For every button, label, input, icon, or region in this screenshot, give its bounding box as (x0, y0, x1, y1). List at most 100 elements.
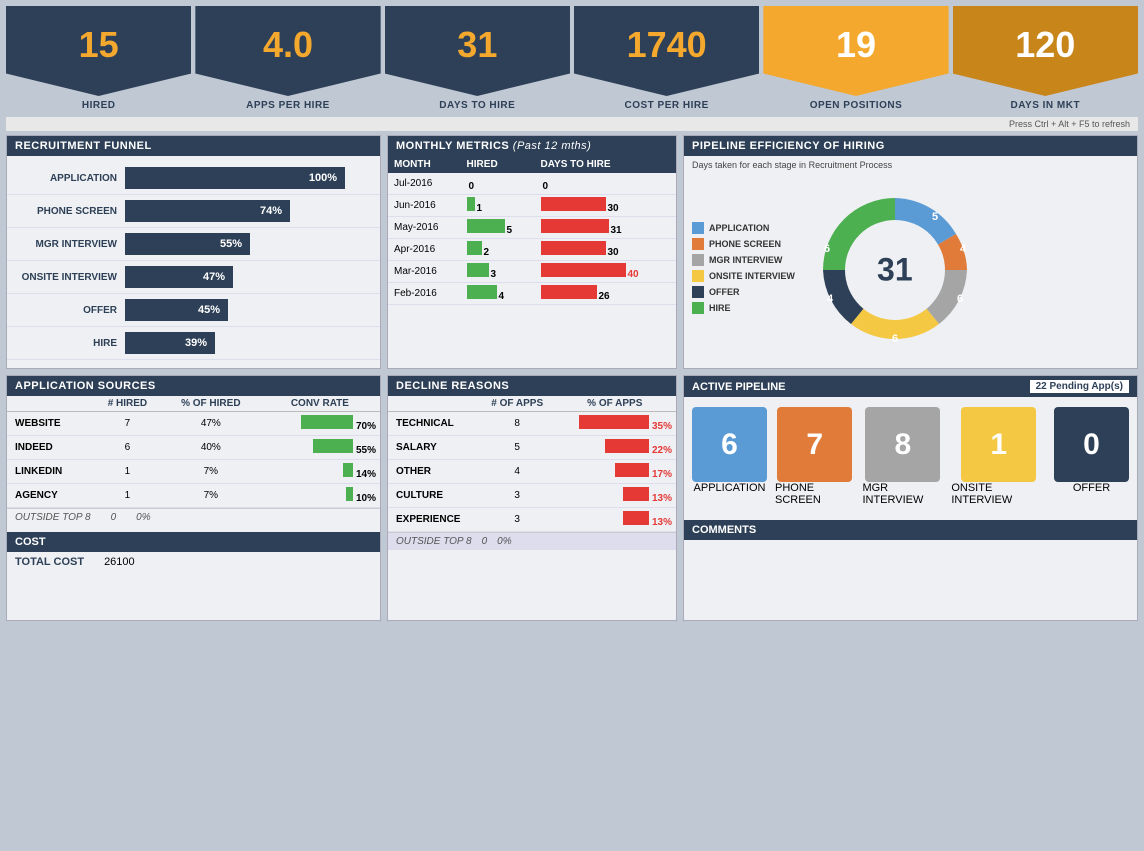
funnel-bar-phone: 74% (125, 200, 290, 222)
legend-dot-onsite (692, 270, 704, 282)
decline-pct-experience: 13% (554, 508, 676, 532)
decline-pct-technical: 35% (554, 412, 676, 436)
card-wrap-onsite: 1 ONSITE INTERVIEW (951, 407, 1046, 506)
kpi-days-in-mkt: 120 DAYS IN MKT (953, 6, 1138, 111)
source-conv-website: 70% (260, 412, 380, 436)
dashboard: 15 HIRED 4.0 APPS PER HIRE 31 DAYS TO HI… (0, 0, 1144, 627)
total-cost-value: 26100 (104, 556, 135, 568)
decline-pct-other: 17% (554, 460, 676, 484)
funnel-bar-container-application: 100% (125, 167, 372, 189)
metrics-row-jun2016: Jun-2016 1 30 (388, 195, 676, 217)
source-hired-indeed: 6 (93, 436, 162, 460)
metrics-col-hired: HIRED (461, 156, 535, 173)
pipeline-cards: 6 APPLICATION 7 PHONE SCREEN 8 MGR INTER… (684, 397, 1137, 516)
card-num-mgr: 8 (895, 428, 912, 462)
source-hired-agency: 1 (93, 484, 162, 508)
kpi-apps-per-hire: 4.0 APPS PER HIRE (195, 6, 380, 111)
source-row-indeed: INDEED 6 40% 55% (7, 436, 380, 460)
decline-pct-culture: 13% (554, 484, 676, 508)
funnel-bar-container-mgr: 55% (125, 233, 372, 255)
decline-reason-culture: CULTURE (388, 484, 481, 508)
decline-apps-other: 4 (481, 460, 554, 484)
funnel-bar-container-hire: 39% (125, 332, 372, 354)
kpi-days-label: DAYS TO HIRE (439, 100, 515, 111)
pipeline-content: APPLICATION PHONE SCREEN MGR INTERVIEW O… (684, 172, 1137, 368)
app-sources-panel: APPLICATION SOURCES # HIRED % OF HIRED C… (6, 375, 381, 621)
metrics-row-jul2016: Jul-2016 0 0 (388, 173, 676, 195)
metrics-hired: 3 (461, 261, 535, 283)
kpi-open-label: OPEN POSITIONS (810, 100, 903, 111)
outside-hired: 0 (111, 512, 117, 523)
comments-body (684, 540, 1137, 620)
card-wrap-mgr: 8 MGR INTERVIEW (862, 407, 943, 506)
metrics-month: Jul-2016 (388, 173, 461, 195)
decline-reasons-panel: DECLINE REASONS # OF APPS % OF APPS TECH… (387, 375, 677, 621)
donut-center-value: 31 (877, 252, 913, 289)
decline-outside-pct: 0% (497, 536, 511, 547)
svg-text:6: 6 (824, 243, 830, 255)
funnel-bar-hire: 39% (125, 332, 215, 354)
pipeline-header: PIPELINE EFFICIENCY OF HIRING (684, 136, 1137, 156)
svg-text:5: 5 (932, 211, 938, 223)
metrics-days: 0 (535, 173, 677, 195)
decline-apps-salary: 5 (481, 436, 554, 460)
metrics-days: 30 (535, 195, 677, 217)
metrics-month: Jun-2016 (388, 195, 461, 217)
funnel-label-offer: OFFER (15, 305, 125, 316)
svg-text:6: 6 (892, 333, 898, 345)
card-num-application: 6 (721, 428, 738, 462)
recruitment-funnel-panel: RECRUITMENT FUNNEL APPLICATION 100% PHON… (6, 135, 381, 369)
decline-row-culture: CULTURE 3 13% (388, 484, 676, 508)
card-label-mgr: MGR INTERVIEW (862, 482, 943, 506)
funnel-bar-onsite: 47% (125, 266, 233, 288)
source-hired-linkedin: 1 (93, 460, 162, 484)
metrics-month: May-2016 (388, 217, 461, 239)
funnel-label-onsite: ONSITE INTERVIEW (15, 272, 125, 283)
kpi-days-badge: 31 (385, 6, 570, 96)
metrics-hired: 5 (461, 217, 535, 239)
legend-dot-mgr (692, 254, 704, 266)
kpi-hired-label: HIRED (82, 100, 116, 111)
metrics-month: Apr-2016 (388, 239, 461, 261)
source-name-linkedin: LINKEDIN (7, 460, 93, 484)
metrics-row-feb2016: Feb-2016 4 26 (388, 283, 676, 305)
source-pct-indeed: 40% (162, 436, 260, 460)
app-sources-header: APPLICATION SOURCES (7, 376, 380, 396)
decline-reason-salary: SALARY (388, 436, 481, 460)
card-label-phone: PHONE SCREEN (775, 482, 854, 506)
decline-row-salary: SALARY 5 22% (388, 436, 676, 460)
kpi-mkt-badge: 120 (953, 6, 1138, 96)
decline-row-experience: EXPERIENCE 3 13% (388, 508, 676, 532)
funnel-label-hire: HIRE (15, 338, 125, 349)
decline-header: DECLINE REASONS (388, 376, 676, 396)
pipeline-card-onsite: 1 (961, 407, 1036, 482)
metrics-row-apr2016: Apr-2016 2 30 (388, 239, 676, 261)
cost-row: TOTAL COST 26100 (7, 552, 380, 572)
decline-row-other: OTHER 4 17% (388, 460, 676, 484)
decline-apps-culture: 3 (481, 484, 554, 508)
decline-outside-top8: OUTSIDE TOP 8 0 0% (388, 532, 676, 550)
funnel-label-mgr: MGR INTERVIEW (15, 239, 125, 250)
kpi-hired-badge: 15 (6, 6, 191, 96)
svg-text:4: 4 (960, 243, 967, 255)
pipeline-card-phone: 7 (777, 407, 852, 482)
pending-badge: 22 Pending App(s) (1030, 380, 1129, 393)
metrics-month: Mar-2016 (388, 261, 461, 283)
funnel-bar-container-phone: 74% (125, 200, 372, 222)
decline-reason-technical: TECHNICAL (388, 412, 481, 436)
card-wrap-phone: 7 PHONE SCREEN (775, 407, 854, 506)
decline-row-technical: TECHNICAL 8 35% (388, 412, 676, 436)
comments-header: COMMENTS (684, 520, 1137, 540)
legend-onsite: ONSITE INTERVIEW (692, 270, 795, 282)
decline-reason-other: OTHER (388, 460, 481, 484)
legend-hire: HIRE (692, 302, 795, 314)
kpi-open-badge: 19 (763, 6, 948, 96)
app-sources-table: # HIRED % OF HIRED CONV RATE WEBSITE 7 4… (7, 396, 380, 508)
svg-text:6: 6 (957, 293, 963, 305)
legend-mgr: MGR INTERVIEW (692, 254, 795, 266)
metrics-days: 40 (535, 261, 677, 283)
outside-pct: 0% (136, 512, 150, 523)
metrics-days: 31 (535, 217, 677, 239)
kpi-apps-badge: 4.0 (195, 6, 380, 96)
funnel-bar-offer: 45% (125, 299, 228, 321)
